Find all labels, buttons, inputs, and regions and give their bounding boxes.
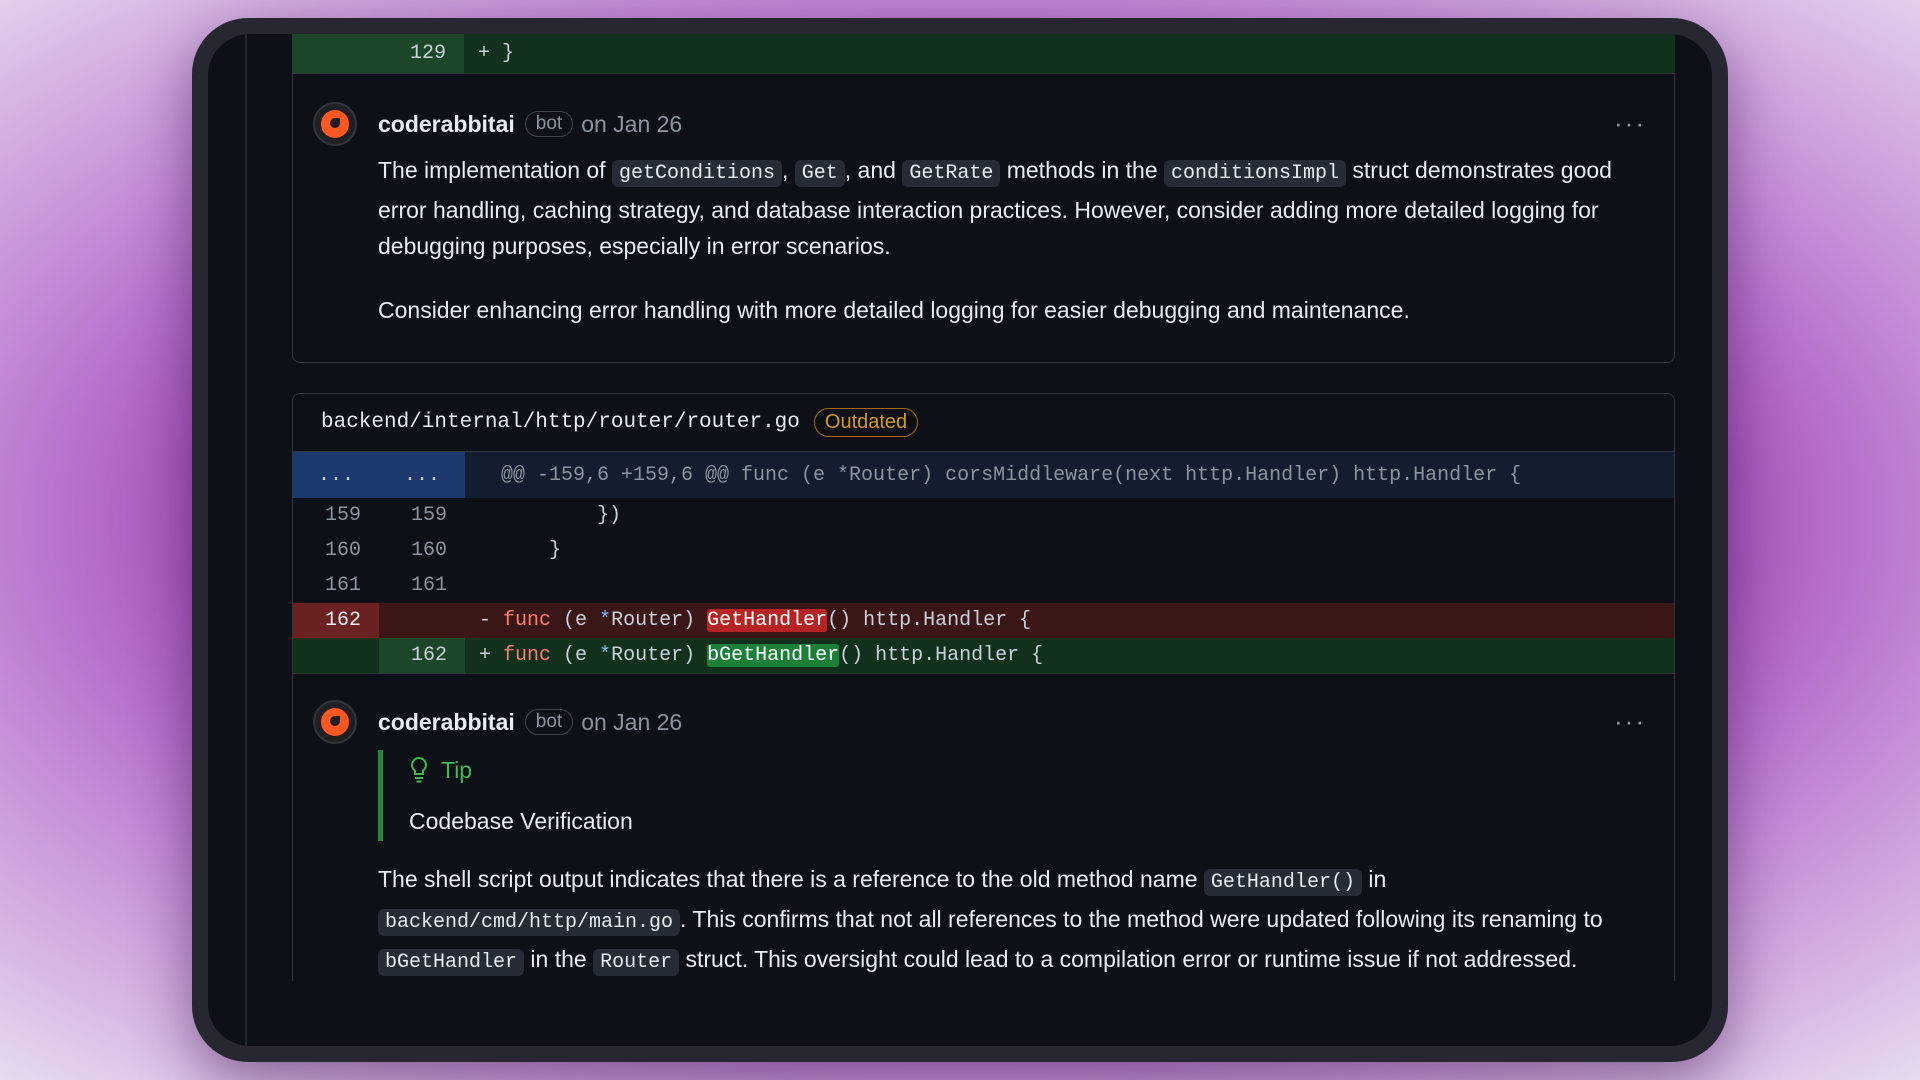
comment-date[interactable]: on Jan 26 [581, 111, 682, 138]
diff-line-context: 161 161 [293, 568, 1674, 603]
file-header: backend/internal/http/router/router.go O… [293, 394, 1674, 452]
line-number-new[interactable]: 160 [379, 539, 465, 562]
line-number-old[interactable]: 161 [293, 574, 379, 597]
tip-body: Codebase Verification [409, 808, 633, 834]
diff-line-deleted: 162 - func (e *Router) GetHandler() http… [293, 603, 1674, 638]
lightbulb-icon [411, 756, 427, 783]
more-options-icon[interactable]: ··· [1614, 108, 1646, 139]
line-number-new[interactable]: 161 [379, 574, 465, 597]
comment-paragraph: Consider enhancing error handling with m… [378, 297, 1410, 323]
timeline-line [245, 34, 247, 1046]
removed-token: GetHandler [707, 609, 828, 632]
rabbit-logo-icon [321, 110, 349, 138]
diff-code: + func (e *Router) bGetHandler() http.Ha… [479, 644, 1044, 667]
inline-code: bGetHandler [378, 949, 525, 976]
comment-card: coderabbitai bot on Jan 26 ··· The imple… [292, 74, 1675, 363]
comment-body: The implementation of getConditions, Get… [378, 152, 1674, 328]
tip-title: Tip [409, 750, 1674, 790]
diff-code: } [501, 539, 562, 562]
comment-header: coderabbitai bot on Jan 26 [378, 102, 1674, 146]
file-diff-card: backend/internal/http/router/router.go O… [292, 393, 1675, 981]
diff-line-context: 159 159 }) [293, 498, 1674, 533]
avatar[interactable] [313, 700, 357, 744]
inline-code: Router [593, 949, 680, 976]
expand-down-icon[interactable]: ... [379, 452, 465, 498]
inline-code: backend/cmd/http/main.go [378, 909, 681, 936]
inline-code: GetRate [902, 160, 1001, 187]
inline-code: Get [794, 160, 845, 187]
bot-badge: bot [524, 709, 574, 735]
conversation: 129 + } coderabbitai bot on Jan 26 ··· T… [292, 34, 1675, 1046]
review-comment: coderabbitai bot on Jan 26 ··· Tip Codeb… [293, 673, 1674, 981]
outdated-badge: Outdated [813, 408, 919, 437]
line-number-old[interactable]: 160 [293, 539, 379, 562]
line-number-old[interactable]: 159 [293, 504, 379, 527]
hunk-header[interactable]: ... ... @@ -159,6 +159,6 @@ func (e *Rou… [293, 452, 1674, 498]
inline-code: GetHandler() [1203, 869, 1362, 896]
tip-callout: Tip Codebase Verification [378, 750, 1674, 841]
more-options-icon[interactable]: ··· [1614, 706, 1646, 737]
expand-up-icon[interactable]: ... [293, 452, 379, 498]
avatar[interactable] [313, 102, 357, 146]
comment-body: The shell script output indicates that t… [378, 866, 1603, 976]
comment-author[interactable]: coderabbitai [378, 709, 515, 736]
line-number-new[interactable]: 159 [379, 504, 465, 527]
added-token: bGetHandler [707, 644, 840, 667]
inline-code: conditionsImpl [1164, 160, 1347, 187]
diff-code: + } [478, 42, 515, 65]
review-comment: coderabbitai bot on Jan 26 ··· The imple… [293, 102, 1674, 328]
line-number-new[interactable]: 162 [379, 638, 465, 673]
diff-line-added: 129 + } [292, 34, 1675, 74]
comment-header: coderabbitai bot on Jan 26 [378, 700, 1674, 744]
device-frame: 129 + } coderabbitai bot on Jan 26 ··· T… [192, 18, 1728, 1062]
comment-author[interactable]: coderabbitai [378, 111, 515, 138]
diff-line-context: 160 160 } [293, 533, 1674, 568]
file-path[interactable]: backend/internal/http/router/router.go [321, 411, 800, 434]
line-number-old[interactable]: 162 [293, 603, 379, 638]
rabbit-logo-icon [321, 708, 349, 736]
diff-line-added: 162 + func (e *Router) bGetHandler() htt… [293, 638, 1674, 673]
diff-code: - func (e *Router) GetHandler() http.Han… [479, 609, 1032, 632]
screen: 129 + } coderabbitai bot on Jan 26 ··· T… [208, 34, 1712, 1046]
diff-code: }) [501, 504, 622, 527]
line-number: 129 [378, 34, 464, 73]
comment-date[interactable]: on Jan 26 [581, 709, 682, 736]
inline-code: getConditions [611, 160, 782, 187]
hunk-text: @@ -159,6 +159,6 @@ func (e *Router) cor… [465, 452, 1674, 498]
bot-badge: bot [524, 111, 574, 137]
